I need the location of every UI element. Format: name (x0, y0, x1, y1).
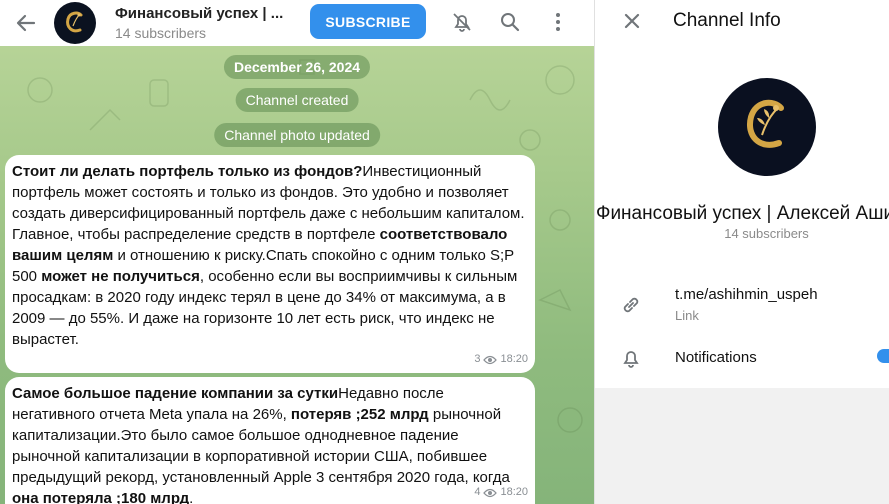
message-time: 18:20 (500, 353, 528, 365)
channel-avatar-large[interactable] (718, 78, 816, 176)
chat-area: Финансовый успех | ... 14 subscribers SU… (0, 0, 594, 504)
view-count: 4 (474, 486, 481, 498)
subscribe-button[interactable]: SUBSCRIBE (310, 4, 426, 39)
bold-text: Самое большое падение компании за сутки (12, 385, 339, 402)
service-message-photo: Channel photo updated (214, 123, 380, 147)
link-icon (619, 293, 643, 317)
channel-name: Финансовый успех | Алексей Ашихмин (596, 203, 889, 224)
panel-title: Channel Info (673, 10, 781, 31)
search-icon[interactable] (497, 9, 523, 35)
message-meta: 4 18:20 (474, 482, 528, 503)
bold-text: потеряв ;252 млрд (290, 406, 429, 423)
channel-logo-icon (66, 11, 83, 33)
service-message-created: Channel created (235, 88, 359, 112)
bell-off-icon[interactable] (449, 9, 475, 35)
message-bubble[interactable]: Стоит ли делать портфель только из фондо… (5, 155, 535, 373)
bold-text: может не получиться (41, 268, 200, 285)
arrow-back-icon[interactable] (13, 10, 39, 36)
channel-link[interactable]: t.me/ashihmin_uspeh (675, 286, 818, 303)
view-count: 3 (474, 353, 481, 365)
text-run: . (189, 490, 194, 504)
notifications-row[interactable]: Notifications (595, 338, 889, 378)
subscriber-count: 14 subscribers (115, 24, 207, 41)
eye-icon (483, 488, 498, 497)
date-separator: December 26, 2024 (223, 55, 371, 79)
link-row[interactable]: t.me/ashihmin_uspeh Link (595, 280, 889, 330)
eye-icon (483, 355, 498, 364)
more-vertical-icon[interactable] (545, 9, 571, 35)
message-bubble[interactable]: Самое большое падение компании за суткиН… (5, 377, 535, 504)
close-icon[interactable] (619, 8, 645, 34)
message-text: Самое большое падение компании за суткиН… (12, 383, 529, 504)
channel-subscribers: 14 subscribers (724, 226, 809, 241)
message-time: 18:20 (500, 486, 528, 498)
message-text: Стоит ли делать портфель только из фондо… (12, 161, 529, 350)
bold-text: Стоит ли делать портфель только из фондо… (12, 163, 363, 180)
bold-text: она потеряла ;180 млрд (12, 490, 190, 504)
channel-title[interactable]: Финансовый успех | ... (115, 5, 295, 22)
notifications-toggle[interactable] (877, 349, 889, 363)
notifications-label: Notifications (675, 349, 757, 366)
channel-avatar[interactable] (54, 2, 96, 44)
message-meta: 3 18:20 (474, 349, 528, 370)
link-caption: Link (675, 308, 699, 323)
channel-logo-icon (747, 99, 784, 148)
chat-header: Финансовый успех | ... 14 subscribers SU… (0, 0, 594, 46)
bell-icon (619, 346, 643, 370)
channel-info-panel: Channel Info Финансовый успех | Алексей … (594, 0, 889, 504)
